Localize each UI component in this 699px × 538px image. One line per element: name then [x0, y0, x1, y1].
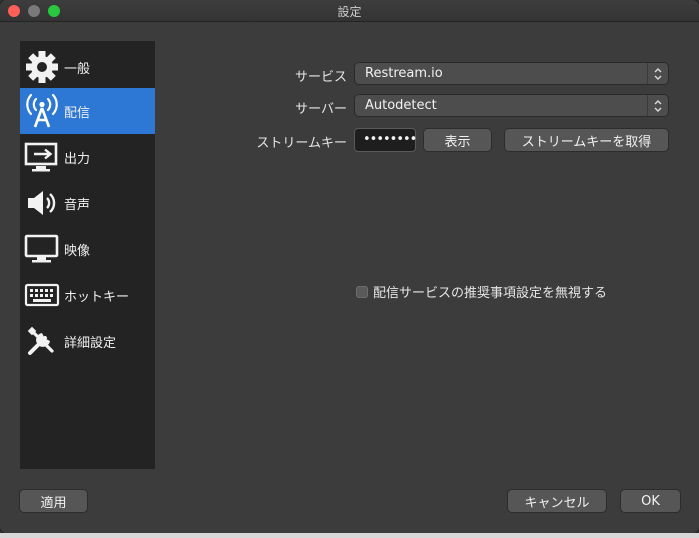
server-select[interactable]: Autodetect — [355, 95, 668, 116]
apply-button[interactable]: 適用 — [20, 490, 87, 512]
monitor-icon — [20, 229, 64, 269]
sidebar-item-label: 音声 — [64, 197, 91, 213]
ignore-recommendations-row[interactable]: 配信サービスの推奨事項設定を無視する — [356, 282, 607, 301]
settings-window: 設定 一般 配信 出力 音声 映像 ホットキー 詳細設定 サービス Restre… — [0, 0, 699, 533]
service-label: サービス — [294, 70, 347, 85]
settings-sidebar: 一般 配信 出力 音声 映像 ホットキー 詳細設定 — [20, 41, 155, 469]
sidebar-item-label: 配信 — [64, 105, 91, 121]
stream-key-label: ストリームキー — [256, 136, 347, 151]
window-title: 設定 — [337, 5, 362, 19]
sidebar-item-label: 出力 — [64, 151, 91, 167]
service-value: Restream.io — [365, 66, 443, 81]
service-select[interactable]: Restream.io — [355, 63, 668, 84]
ignore-recommendations-label: 配信サービスの推奨事項設定を無視する — [373, 286, 608, 301]
sidebar-item-stream[interactable]: 配信 — [20, 88, 155, 134]
sidebar-item-label: 一般 — [64, 61, 91, 77]
get-stream-key-button[interactable]: ストリームキーを取得 — [505, 129, 668, 151]
stream-key-value: •••••••• — [363, 132, 417, 147]
speaker-icon — [20, 183, 64, 223]
server-label: サーバー — [295, 102, 347, 117]
sidebar-item-output[interactable]: 出力 — [20, 134, 155, 180]
select-arrows-icon — [647, 95, 668, 116]
sidebar-item-general[interactable]: 一般 — [20, 44, 155, 90]
server-value: Autodetect — [365, 98, 437, 113]
stream-key-input[interactable]: •••••••• — [355, 129, 417, 151]
sidebar-item-label: ホットキー — [64, 289, 130, 305]
title-bar: 設定 — [0, 0, 699, 22]
select-arrows-icon — [647, 63, 668, 84]
sidebar-item-hotkeys[interactable]: ホットキー — [20, 272, 155, 318]
sidebar-item-label: 詳細設定 — [64, 335, 117, 351]
ignore-recommendations-checkbox[interactable] — [356, 285, 368, 298]
background-window-edge — [0, 533, 699, 538]
output-monitor-icon — [20, 137, 64, 177]
sidebar-item-advanced[interactable]: 詳細設定 — [20, 318, 155, 364]
gear-icon — [20, 47, 64, 87]
ok-button[interactable]: OK — [621, 490, 680, 512]
wrench-screwdriver-icon — [20, 321, 64, 361]
broadcast-antenna-icon — [20, 91, 64, 131]
show-key-button[interactable]: 表示 — [424, 129, 491, 151]
sidebar-item-label: 映像 — [64, 243, 91, 259]
sidebar-item-audio[interactable]: 音声 — [20, 180, 155, 226]
keyboard-icon — [20, 275, 64, 315]
cancel-button[interactable]: キャンセル — [508, 490, 606, 512]
sidebar-item-video[interactable]: 映像 — [20, 226, 155, 272]
